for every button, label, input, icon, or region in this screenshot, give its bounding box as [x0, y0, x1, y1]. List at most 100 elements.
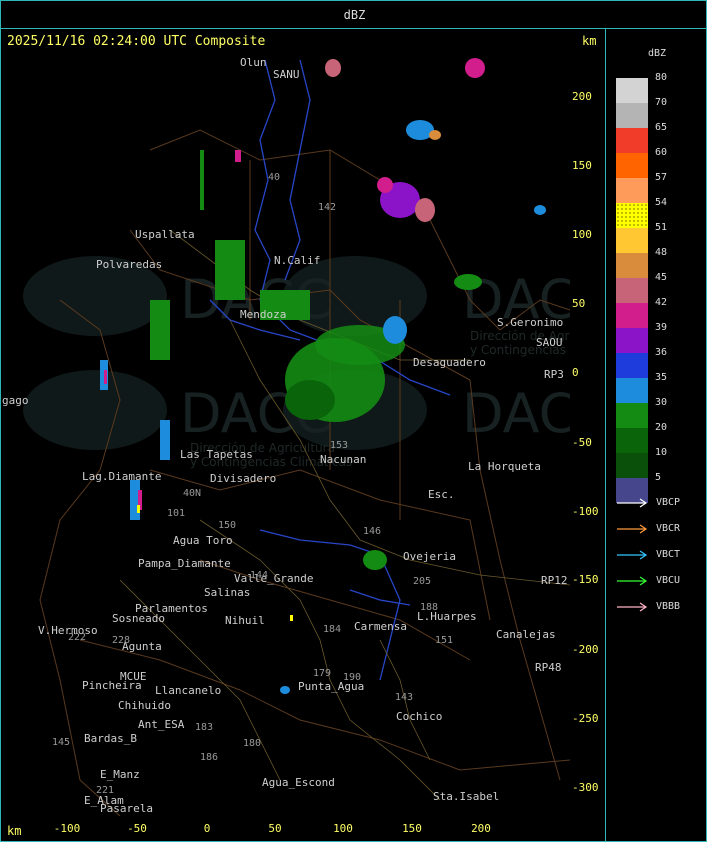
legend-label: 36 [655, 347, 668, 358]
radar-name: VBCR [656, 523, 681, 534]
place-label: S.Geronimo [497, 316, 563, 329]
radar-name: VBCP [656, 497, 681, 508]
y-tick: -150 [572, 573, 599, 586]
y-tick: 150 [572, 159, 592, 172]
y-tick: 0 [572, 366, 579, 379]
place-label: gago [2, 394, 29, 407]
legend-label: 35 [655, 372, 668, 383]
y-tick: 100 [572, 228, 592, 241]
legend-label: 51 [655, 222, 668, 233]
place-label: Pampa_Diamante [138, 557, 231, 570]
legend-swatch [616, 78, 648, 103]
svg-text:179: 179 [313, 668, 331, 679]
watermark-brand-4: DACC [462, 382, 570, 445]
radar-echoes [100, 58, 546, 694]
place-label: Olun [240, 56, 267, 69]
legend-label: 65 [655, 122, 668, 133]
legend-label: 42 [655, 297, 668, 308]
place-label: MCUE [120, 670, 147, 683]
radar-name: VBCU [656, 575, 681, 586]
radar-name: VBCT [656, 549, 681, 560]
legend-label: 30 [655, 397, 668, 408]
legend-swatch [616, 103, 648, 128]
svg-text:180: 180 [243, 738, 261, 749]
place-label: Nacunan [320, 453, 366, 466]
radar-arrow-icon [617, 602, 648, 612]
place-label: Esc. [428, 488, 455, 501]
legend-label: 5 [655, 472, 662, 483]
place-label: Agua_Escond [262, 776, 335, 789]
legend-swatch [616, 278, 648, 303]
legend-label: 70 [655, 97, 668, 108]
place-label: Ant_ESA [138, 718, 185, 731]
place-label: Agua Toro [173, 534, 233, 547]
place-label: Carmensa [354, 620, 407, 633]
x-tick: 50 [268, 822, 282, 835]
place-label: Chihuido [118, 699, 171, 712]
place-label: Divisadero [210, 472, 276, 485]
svg-text:205: 205 [413, 576, 431, 587]
place-label: Lag.Diamante [82, 470, 161, 483]
legend-swatch [616, 453, 648, 478]
x-tick: 200 [471, 822, 491, 835]
place-label: Mendoza [240, 308, 286, 321]
legend-swatch [616, 328, 648, 353]
svg-text:228: 228 [112, 635, 130, 646]
radar-arrow-icon [617, 550, 648, 560]
radar-arrow-icon [617, 576, 648, 586]
place-label: RP12 [541, 574, 568, 587]
x-tick: 100 [333, 822, 353, 835]
radar-map[interactable]: DACC DACC DACC DACC Dirección de Agricul… [0, 54, 570, 816]
place-label: Desaguadero [413, 356, 486, 369]
svg-text:186: 186 [200, 752, 218, 763]
place-label: Cochico [396, 710, 442, 723]
legend-title: dBZ [648, 48, 667, 59]
svg-text:188: 188 [420, 602, 438, 613]
legend-label: 10 [655, 447, 668, 458]
legend-swatch [616, 178, 648, 203]
legend-swatch [616, 253, 648, 278]
y-tick: -50 [572, 436, 592, 449]
legend-swatch [616, 428, 648, 453]
legend-label: 60 [655, 147, 668, 158]
radar-name: VBBB [656, 601, 681, 612]
y-tick: -200 [572, 643, 599, 656]
legend-label: 54 [655, 197, 668, 208]
y-tick: -100 [572, 505, 599, 518]
place-label: SANU [273, 68, 300, 81]
place-label: N.Calif [274, 254, 320, 267]
place-label: RP48 [535, 661, 562, 674]
place-label: RP3 [544, 368, 564, 381]
x-tick: 150 [402, 822, 422, 835]
svg-text:221: 221 [96, 785, 114, 796]
place-label: Valle_Grande [234, 572, 313, 585]
legend-swatch [616, 128, 648, 153]
legend-label: 80 [655, 72, 668, 83]
x-tick: 0 [203, 822, 211, 835]
svg-text:146: 146 [363, 526, 381, 537]
unit-label-bottom: km [7, 824, 22, 838]
place-label: Sta.Isabel [433, 790, 499, 803]
svg-text:183: 183 [195, 722, 213, 733]
radar-arrow-icon [617, 498, 648, 508]
place-label: Polvaredas [96, 258, 162, 271]
place-label: Uspallata [135, 228, 195, 241]
legend-swatch [616, 403, 648, 428]
svg-text:184: 184 [323, 624, 341, 635]
y-tick: 200 [572, 90, 592, 103]
svg-text:145: 145 [52, 737, 70, 748]
svg-text:142: 142 [318, 202, 336, 213]
radar-arrow-icon [617, 524, 648, 534]
place-label: Salinas [204, 586, 250, 599]
svg-text:153: 153 [330, 440, 348, 451]
svg-text:40N: 40N [183, 488, 201, 499]
legend-swatch [616, 303, 648, 328]
place-label: La Horqueta [468, 460, 541, 473]
top-bar: dBZ [0, 0, 707, 29]
legend-swatch [616, 353, 648, 378]
x-tick: -50 [127, 822, 147, 835]
place-label: SAOU [536, 336, 563, 349]
place-label: Llancanelo [155, 684, 221, 697]
svg-text:190: 190 [343, 672, 361, 683]
legend-swatch [616, 153, 648, 178]
